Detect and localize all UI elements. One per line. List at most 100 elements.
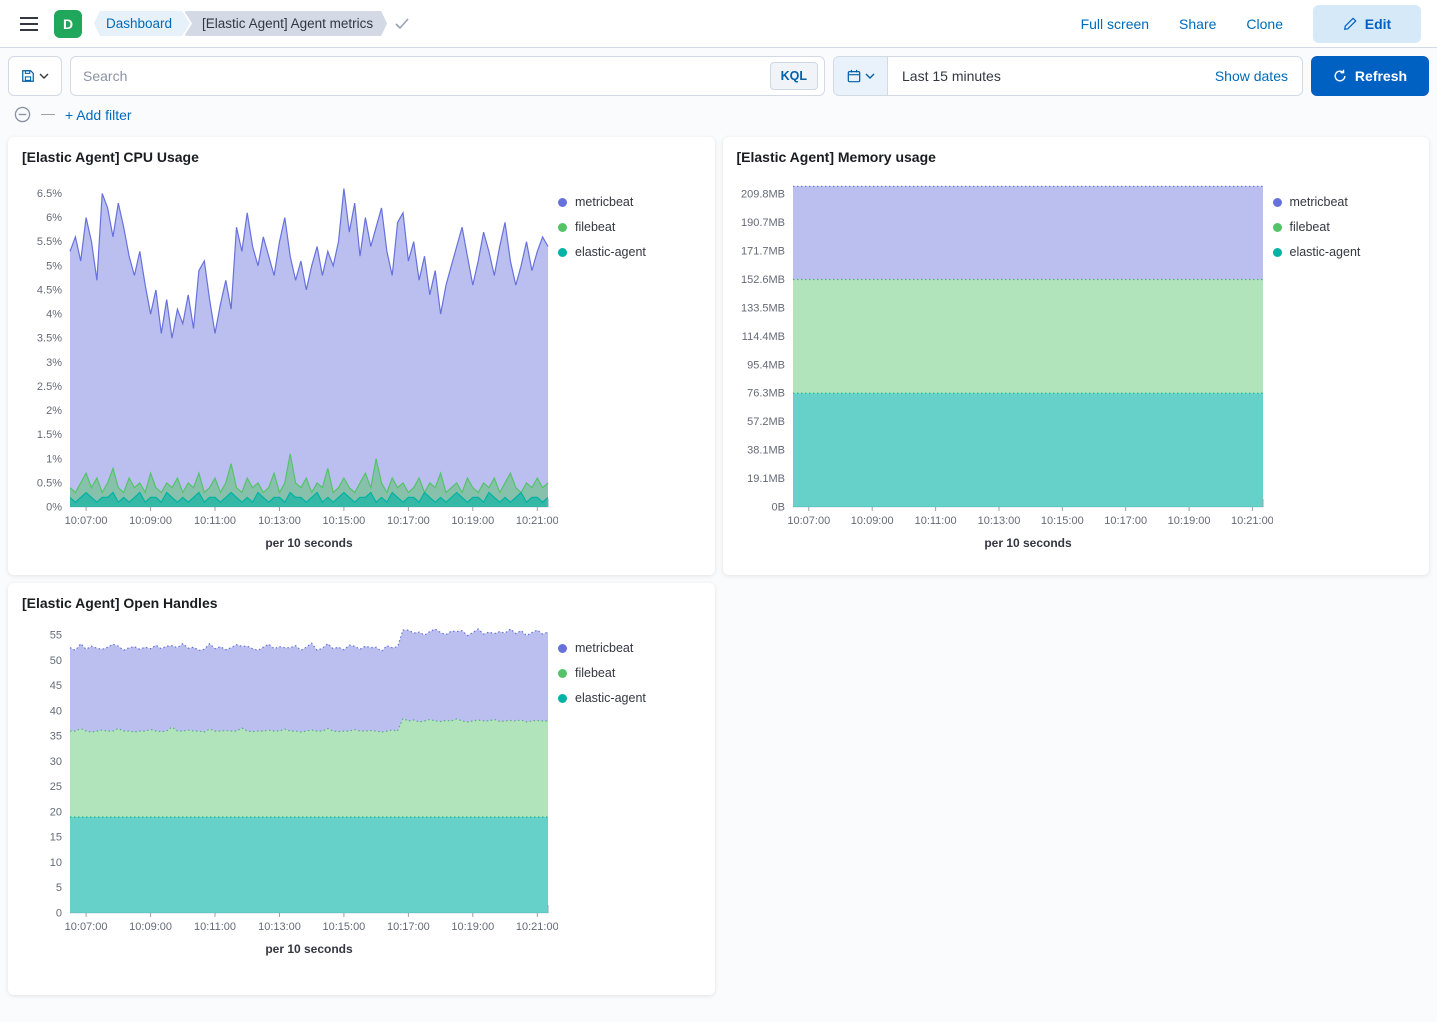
search-box: KQL [70,56,825,96]
time-range-label[interactable]: Last 15 minutes [888,68,1215,84]
filter-options-icon[interactable] [14,106,31,123]
breadcrumb-current: [Elastic Agent] Agent metrics [184,11,387,36]
svg-text:10:07:00: 10:07:00 [65,921,108,933]
svg-text:5.5%: 5.5% [37,236,62,248]
svg-text:10:19:00: 10:19:00 [451,921,494,933]
legend-item-filebeat[interactable]: filebeat [558,666,693,680]
breadcrumb-dashboard[interactable]: Dashboard [94,11,190,36]
svg-text:1.5%: 1.5% [37,429,62,441]
svg-text:57.2MB: 57.2MB [747,416,785,428]
date-picker-button[interactable] [834,57,888,95]
space-badge[interactable]: D [54,10,82,38]
query-bar: KQL Last 15 minutes Show dates Refresh [0,48,1437,96]
chart-legend: metricbeat filebeat elastic-agent [558,613,693,959]
legend-item-elastic-agent[interactable]: elastic-agent [558,691,693,705]
legend-label: metricbeat [575,641,633,655]
legend-dot-icon [558,644,567,653]
legend-label: elastic-agent [575,691,646,705]
legend-dot-icon [1273,248,1282,257]
svg-text:5%: 5% [46,260,62,272]
svg-text:40: 40 [50,705,62,717]
pencil-icon [1343,17,1357,31]
legend-dot-icon [558,223,567,232]
svg-text:10:11:00: 10:11:00 [194,515,236,527]
svg-text:0B: 0B [771,502,784,514]
panel-title: [Elastic Agent] Memory usage [737,149,1418,165]
legend-label: filebeat [575,220,615,234]
legend-dot-icon [1273,198,1282,207]
refresh-button[interactable]: Refresh [1311,56,1429,96]
svg-text:0: 0 [56,908,62,920]
svg-text:10:17:00: 10:17:00 [387,921,430,933]
svg-text:10:11:00: 10:11:00 [194,921,236,933]
legend-item-metricbeat[interactable]: metricbeat [1273,195,1408,209]
menu-icon[interactable] [16,13,42,35]
edit-button[interactable]: Edit [1313,5,1421,43]
legend-label: elastic-agent [575,245,646,259]
svg-text:1%: 1% [46,453,62,465]
svg-text:152.6MB: 152.6MB [740,274,784,286]
chevron-down-icon [865,73,875,79]
svg-text:10:07:00: 10:07:00 [65,515,108,527]
svg-text:6%: 6% [46,212,62,224]
open-handles-chart[interactable]: 051015202530354045505510:07:0010:09:0010… [20,613,558,959]
edit-button-label: Edit [1365,16,1391,32]
svg-text:0%: 0% [46,502,62,514]
svg-text:19.1MB: 19.1MB [747,473,785,485]
saved-query-menu-button[interactable] [8,56,62,96]
svg-text:209.8MB: 209.8MB [740,189,784,201]
svg-text:10:15:00: 10:15:00 [322,921,365,933]
svg-text:10:17:00: 10:17:00 [1104,515,1147,527]
breadcrumb: Dashboard [Elastic Agent] Agent metrics [94,11,409,36]
refresh-button-label: Refresh [1355,68,1407,84]
filter-row: + Add filter [0,96,1437,129]
dashboard-grid: [Elastic Agent] CPU Usage 0%0.5%1%1.5%2%… [0,129,1437,1003]
legend-label: elastic-agent [1290,245,1361,259]
legend-label: filebeat [575,666,615,680]
svg-text:3%: 3% [46,357,62,369]
svg-text:4.5%: 4.5% [37,284,62,296]
kql-badge[interactable]: KQL [770,62,818,90]
empty-grid-cell [723,583,1430,995]
legend-dot-icon [558,248,567,257]
clone-link[interactable]: Clone [1246,16,1283,32]
memory-usage-chart[interactable]: 0B19.1MB38.1MB57.2MB76.3MB95.4MB114.4MB1… [735,167,1273,553]
svg-text:10:19:00: 10:19:00 [1167,515,1210,527]
legend-item-metricbeat[interactable]: metricbeat [558,195,693,209]
legend-item-metricbeat[interactable]: metricbeat [558,641,693,655]
svg-text:3.5%: 3.5% [37,333,62,345]
saved-query-icon [21,69,35,83]
add-filter-link[interactable]: + Add filter [65,107,132,123]
share-link[interactable]: Share [1179,16,1216,32]
top-header: D Dashboard [Elastic Agent] Agent metric… [0,0,1437,48]
full-screen-link[interactable]: Full screen [1081,16,1149,32]
legend-item-elastic-agent[interactable]: elastic-agent [558,245,693,259]
svg-text:10: 10 [50,857,62,869]
svg-text:10:09:00: 10:09:00 [850,515,893,527]
search-input[interactable] [71,57,770,95]
legend-dot-icon [558,694,567,703]
svg-text:95.4MB: 95.4MB [747,359,785,371]
svg-text:10:09:00: 10:09:00 [129,921,172,933]
chart-legend: metricbeat filebeat elastic-agent [558,167,693,553]
panel-open-handles: [Elastic Agent] Open Handles 05101520253… [8,583,715,995]
svg-text:171.7MB: 171.7MB [740,246,784,258]
svg-text:76.3MB: 76.3MB [747,388,785,400]
svg-text:30: 30 [50,756,62,768]
legend-dot-icon [558,198,567,207]
svg-text:133.5MB: 133.5MB [740,303,784,315]
svg-text:10:15:00: 10:15:00 [322,515,365,527]
legend-dot-icon [1273,223,1282,232]
legend-item-elastic-agent[interactable]: elastic-agent [1273,245,1408,259]
cpu-usage-chart[interactable]: 0%0.5%1%1.5%2%2.5%3%3.5%4%4.5%5%5.5%6%6.… [20,167,558,553]
svg-text:10:21:00: 10:21:00 [516,921,558,933]
svg-text:190.7MB: 190.7MB [740,217,784,229]
legend-dot-icon [558,669,567,678]
svg-text:4%: 4% [46,309,62,321]
svg-text:20: 20 [50,806,62,818]
legend-item-filebeat[interactable]: filebeat [558,220,693,234]
svg-text:10:07:00: 10:07:00 [787,515,830,527]
legend-item-filebeat[interactable]: filebeat [1273,220,1408,234]
show-dates-link[interactable]: Show dates [1215,68,1302,84]
svg-text:45: 45 [50,680,62,692]
